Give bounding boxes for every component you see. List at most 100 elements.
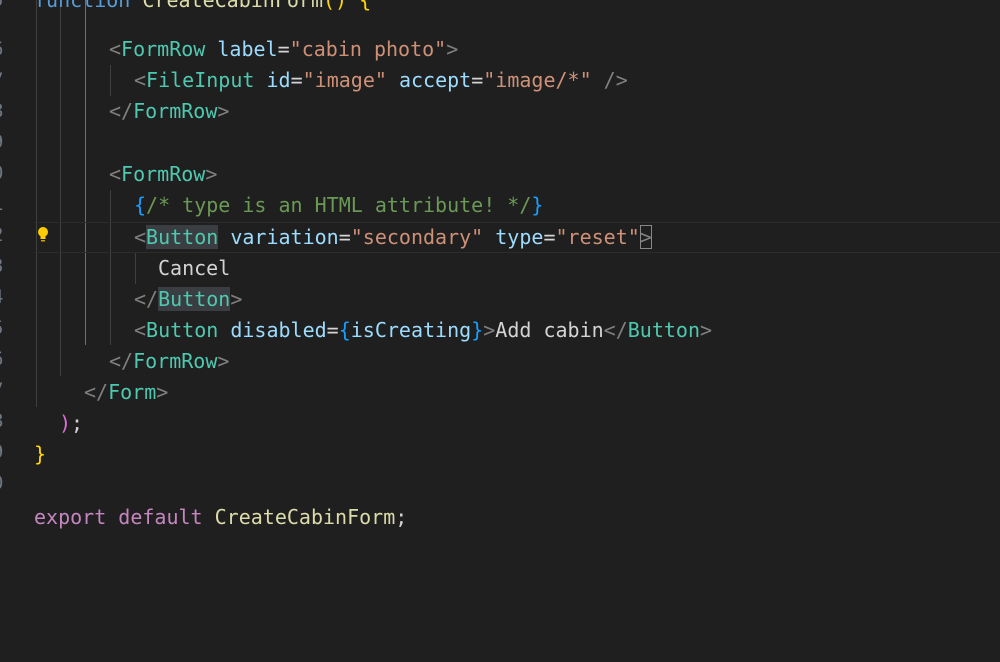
code-line[interactable]: <Button disabled={isCreating}>Add cabin<… — [134, 315, 712, 346]
attribute-value: "cabin photo" — [289, 37, 447, 61]
tag-name: Button — [146, 225, 219, 249]
identifier: CreateCabinForm — [214, 505, 396, 529]
indent-guide — [36, 0, 37, 407]
function-name: CreateCabinForm — [142, 0, 323, 12]
code-line[interactable]: } — [34, 439, 46, 470]
attribute-value: "image" — [302, 68, 387, 92]
comment: /* type is an HTML attribute! */ — [146, 193, 532, 217]
code-line[interactable]: function CreateCabinForm() { — [34, 0, 371, 16]
brace: } — [531, 193, 544, 217]
indent-guide — [110, 190, 111, 345]
tag-bracket: > — [446, 37, 459, 61]
tag-bracket: < — [109, 37, 122, 61]
equals: = — [338, 225, 351, 249]
keyword: function — [34, 0, 131, 12]
expression: isCreating — [350, 318, 472, 342]
line-number: 6 — [0, 344, 8, 375]
code-line[interactable]: </Form> — [84, 377, 168, 408]
code-line[interactable]: {/* type is an HTML attribute! */} — [134, 190, 543, 221]
keyword: export — [34, 505, 107, 529]
attribute-name: disabled — [230, 318, 327, 342]
line-number: 1 — [0, 189, 8, 220]
tag-name: FormRow — [133, 349, 218, 373]
attribute-value: "image/*" — [483, 68, 592, 92]
line-number: 5 — [0, 0, 8, 16]
attribute-value: "secondary" — [350, 225, 484, 249]
tag-name: Button — [627, 318, 700, 342]
lightbulb-icon[interactable] — [36, 225, 50, 245]
line-number: 4 — [0, 282, 8, 313]
code-line[interactable]: <FormRow> — [109, 159, 217, 190]
line-number: 8 — [0, 96, 8, 127]
indent-guide — [110, 65, 111, 96]
attribute-name: id — [266, 68, 291, 92]
line-number: 9 — [0, 437, 8, 468]
tag-bracket: < — [134, 68, 147, 92]
brace: { — [338, 318, 351, 342]
line-number: 5 — [0, 313, 8, 344]
line-number: 2 — [0, 220, 8, 251]
line-number: 0 — [0, 158, 8, 189]
brace: } — [471, 318, 484, 342]
code-line[interactable]: export default CreateCabinForm; — [34, 502, 407, 533]
keyword: default — [118, 505, 203, 529]
equals: = — [326, 318, 339, 342]
code-line[interactable]: <Button variation="secondary" type="rese… — [134, 222, 652, 253]
paren: ) — [59, 411, 72, 435]
tag-name: Button — [146, 318, 219, 342]
code-line[interactable]: </FormRow> — [109, 96, 229, 127]
line-number: 8 — [0, 406, 8, 437]
tag-bracket: > — [205, 162, 218, 186]
tag-bracket: < — [134, 225, 147, 249]
code-line[interactable]: </Button> — [134, 284, 242, 315]
tag-name: FormRow — [121, 37, 206, 61]
semicolon: ; — [395, 505, 408, 529]
line-number: 0 — [0, 468, 8, 499]
line-number: 7 — [0, 375, 8, 406]
tag-bracket: > — [217, 349, 230, 373]
tag-bracket: > — [230, 287, 243, 311]
attribute-name: accept — [398, 68, 472, 92]
code-line[interactable]: </FormRow> — [109, 346, 229, 377]
attribute-name: type — [495, 225, 544, 249]
indent-guide — [85, 0, 86, 345]
indent-guide — [60, 0, 61, 376]
line-number: 9 — [0, 127, 8, 158]
brace: } — [34, 442, 47, 466]
tag-bracket: </ — [84, 380, 109, 404]
semicolon: ; — [71, 411, 84, 435]
code-line[interactable]: <FormRow label="cabin photo"> — [109, 34, 458, 65]
tag-bracket: < — [134, 318, 147, 342]
tag-bracket: < — [109, 162, 122, 186]
line-number: 6 — [0, 34, 8, 65]
line-number-gutter: 5 6 7 8 9 0 1 2 3 4 5 6 7 8 9 0 — [0, 0, 8, 662]
equals: = — [471, 68, 484, 92]
tag-bracket: > — [483, 318, 496, 342]
code-line[interactable]: Cancel — [158, 253, 230, 284]
tag-name: Form — [108, 380, 157, 404]
line-number: 3 — [0, 251, 8, 282]
tag-bracket: /> — [591, 68, 628, 92]
punctuation: () { — [323, 0, 372, 12]
tag-name: FileInput — [146, 68, 255, 92]
attribute-value: "reset" — [555, 225, 640, 249]
equals: = — [290, 68, 303, 92]
jsx-text: Cancel — [158, 256, 231, 280]
tag-bracket: > — [156, 380, 169, 404]
tag-bracket: > — [700, 318, 713, 342]
indent-guide — [135, 253, 136, 284]
matching-bracket: > — [639, 225, 652, 249]
jsx-text: Add cabin — [495, 318, 604, 342]
brace: { — [134, 193, 147, 217]
line-number: 7 — [0, 65, 8, 96]
code-editor[interactable]: 5 6 7 8 9 0 1 2 3 4 5 6 7 8 9 0 function… — [0, 0, 1000, 662]
tag-bracket: > — [217, 99, 230, 123]
attribute-name: label — [217, 37, 278, 61]
code-line[interactable]: ); — [59, 408, 83, 439]
tag-name: FormRow — [133, 99, 218, 123]
code-line[interactable]: <FileInput id="image" accept="image/*" /… — [134, 65, 628, 96]
tag-name: Button — [158, 287, 231, 311]
tag-bracket: </ — [134, 287, 159, 311]
tag-name: FormRow — [121, 162, 206, 186]
equals: = — [543, 225, 556, 249]
